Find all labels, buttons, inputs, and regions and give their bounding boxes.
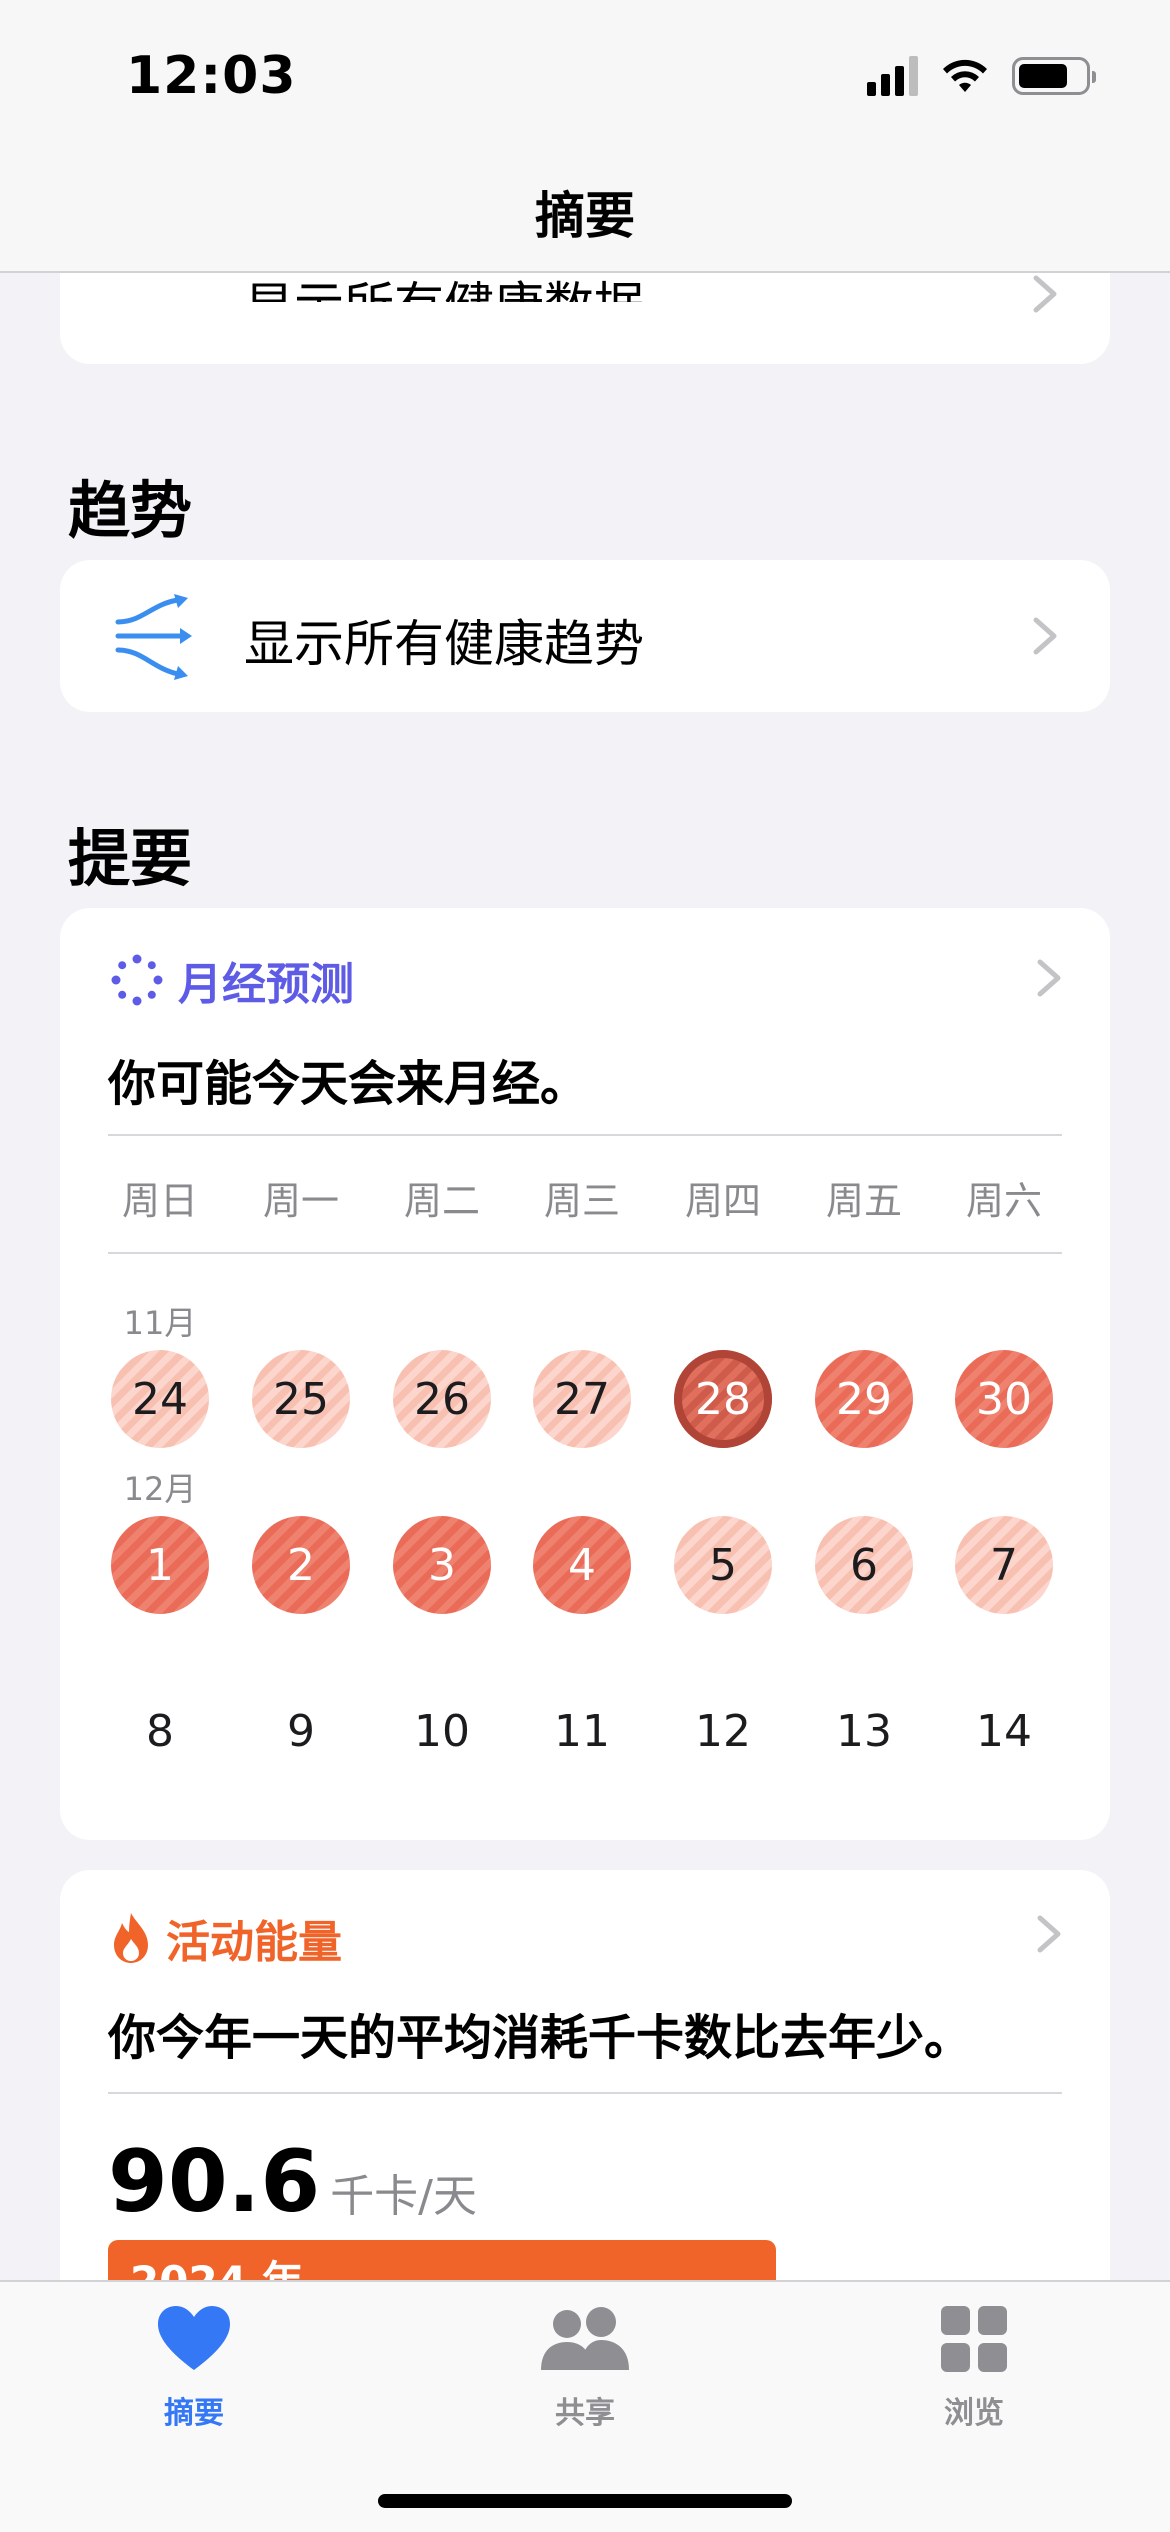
people-icon xyxy=(541,2307,629,2370)
weekday-label: 周四 xyxy=(684,1179,761,1223)
weekday-label: 周一 xyxy=(262,1179,339,1223)
chevron-right-icon xyxy=(1033,275,1057,313)
calendar-day[interactable]: 9 xyxy=(252,1682,350,1780)
tab-bar: 摘要 共享 浏览 xyxy=(0,2280,1170,2532)
cycle-card-title: 月经预测 xyxy=(178,959,354,1010)
calendar-day[interactable]: 14 xyxy=(955,1682,1053,1780)
calendar-day[interactable]: 10 xyxy=(393,1682,491,1780)
calendar-day[interactable]: 8 xyxy=(111,1682,209,1780)
divider xyxy=(108,2092,1062,2094)
chevron-right-icon xyxy=(1033,617,1057,655)
calendar-day[interactable]: 30 xyxy=(955,1350,1053,1448)
cycle-card-header[interactable]: 月经预测 xyxy=(110,948,354,1012)
wifi-icon xyxy=(943,59,987,92)
calendar-day[interactable]: 3 xyxy=(393,1516,491,1614)
calendar-day[interactable]: 5 xyxy=(674,1516,772,1614)
trends-arrows-icon xyxy=(115,594,192,680)
status-icons xyxy=(867,56,1096,96)
tab-sharing-label: 共享 xyxy=(555,2396,615,2431)
tab-browse[interactable]: 浏览 xyxy=(864,2304,1084,2432)
status-time: 12:03 xyxy=(126,46,297,106)
tab-browse-label: 浏览 xyxy=(944,2396,1004,2431)
calendar-day[interactable]: 12 xyxy=(674,1682,772,1780)
weekday-label: 周日 xyxy=(121,1179,198,1223)
page-title: 摘要 xyxy=(535,187,635,245)
activity-energy-card[interactable]: 活动能量 你今年一天的平均消耗千卡数比去年少。 90.6千卡/天 2024 年 xyxy=(60,1870,1110,2330)
home-indicator xyxy=(378,2494,792,2508)
calendar-day[interactable]: 6 xyxy=(815,1516,913,1614)
calendar-day[interactable]: 2 xyxy=(252,1516,350,1614)
calendar-day-today[interactable]: 28 xyxy=(674,1350,772,1448)
divider xyxy=(108,1252,1062,1254)
cycle-card-headline: 你可能今天会来月经。 xyxy=(108,1056,589,1112)
heart-icon xyxy=(158,2306,230,2370)
month-label: 12月 xyxy=(123,1470,197,1508)
show-all-health-trends-label: 显示所有健康趋势 xyxy=(244,615,644,673)
weekday-label: 周三 xyxy=(543,1179,620,1223)
energy-unit: 千卡/天 xyxy=(330,2171,478,2222)
weekday-label: 周六 xyxy=(965,1179,1042,1223)
trends-section-title: 趋势 xyxy=(68,474,193,547)
calendar-day[interactable]: 26 xyxy=(393,1350,491,1448)
month-label: 11月 xyxy=(123,1304,197,1342)
battery-icon xyxy=(1012,57,1096,95)
activity-card-headline: 你今年一天的平均消耗千卡数比去年少。 xyxy=(108,2010,973,2066)
show-all-health-trends-row[interactable]: 显示所有健康趋势 xyxy=(60,560,1110,712)
calendar-day[interactable]: 27 xyxy=(533,1350,631,1448)
grid-icon xyxy=(941,2306,1007,2372)
calendar-day[interactable]: 7 xyxy=(955,1516,1053,1614)
tab-sharing[interactable]: 共享 xyxy=(475,2304,695,2432)
highlights-section-title: 提要 xyxy=(68,822,193,895)
calendar-day[interactable]: 1 xyxy=(111,1516,209,1614)
weekday-label: 周二 xyxy=(403,1179,480,1223)
calendar-day[interactable]: 13 xyxy=(815,1682,913,1780)
activity-card-title: 活动能量 xyxy=(166,1917,342,1968)
energy-value: 90.6 xyxy=(108,2132,321,2232)
flame-icon xyxy=(114,1913,148,1963)
show-all-health-data-label: 显示所有健康数据 xyxy=(244,277,644,335)
tab-summary-label: 摘要 xyxy=(164,2396,224,2431)
weekday-label: 周五 xyxy=(825,1179,902,1223)
cellular-signal-icon xyxy=(867,56,918,96)
divider xyxy=(108,1134,1062,1136)
calendar-day[interactable]: 25 xyxy=(252,1350,350,1448)
navigation-bar: 12:03 摘要 xyxy=(0,0,1170,273)
chevron-right-icon xyxy=(1037,1915,1061,1953)
cycle-tracking-icon xyxy=(111,954,163,1006)
activity-card-header[interactable]: 活动能量 xyxy=(110,1906,342,1970)
tab-summary[interactable]: 摘要 xyxy=(84,2304,304,2432)
calendar-day[interactable]: 11 xyxy=(533,1682,631,1780)
calendar-day[interactable]: 29 xyxy=(815,1350,913,1448)
average-energy-value: 90.6 千卡/天 xyxy=(108,2132,477,2232)
calendar-day[interactable]: 24 xyxy=(111,1350,209,1448)
chevron-right-icon xyxy=(1037,959,1061,997)
cycle-prediction-card[interactable]: 月经预测 你可能今天会来月经。 周日 周一 周二 周三 周四 周五 周六 11月 24 25 26… xyxy=(60,908,1110,1840)
calendar-day[interactable]: 4 xyxy=(533,1516,631,1614)
